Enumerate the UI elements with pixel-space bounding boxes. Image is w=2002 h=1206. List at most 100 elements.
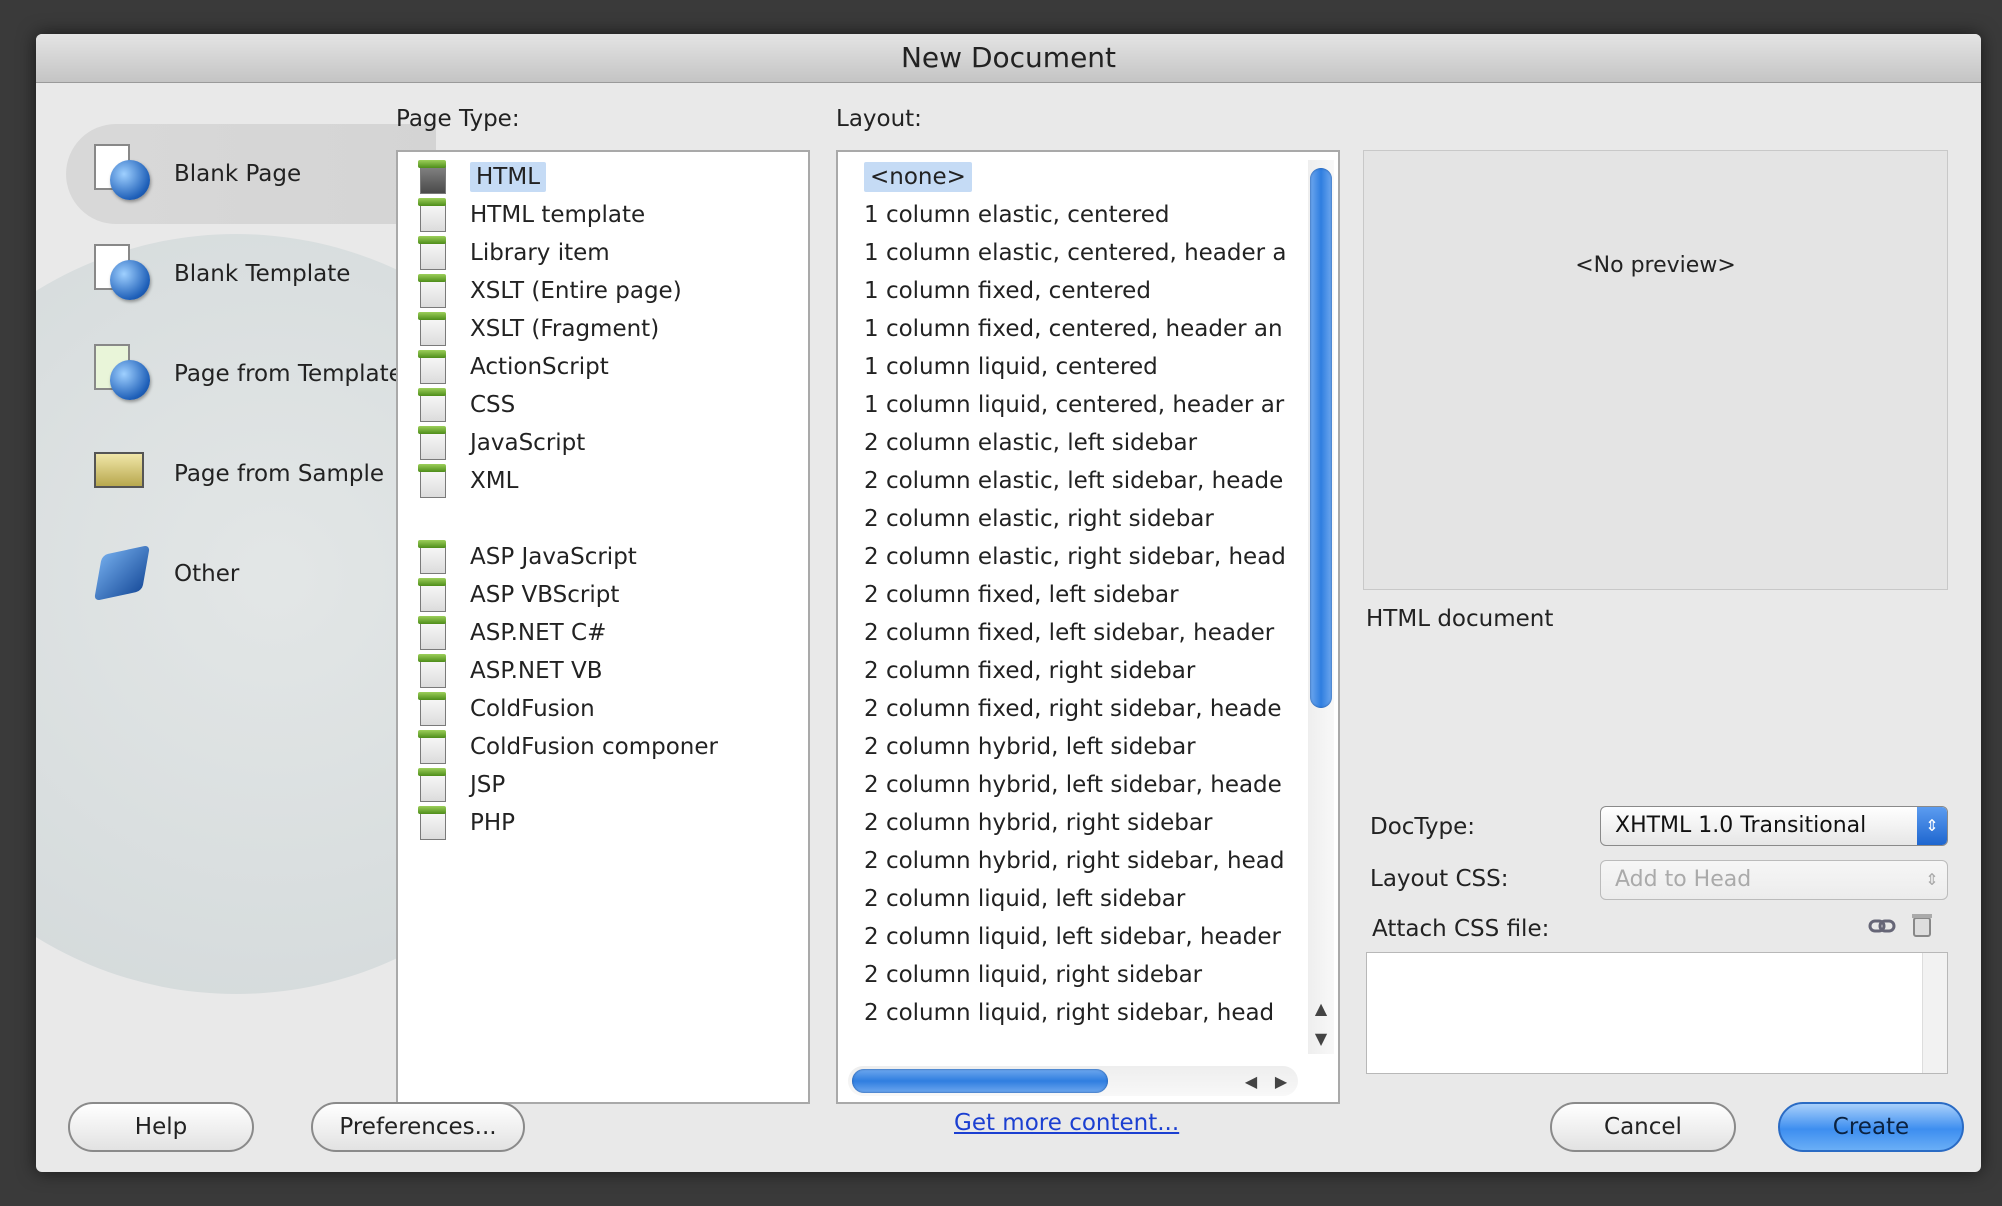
page-type-item[interactable]: ColdFusion xyxy=(418,690,595,728)
category-blank-page[interactable]: Blank Page xyxy=(66,124,436,224)
category-label: Blank Page xyxy=(174,161,302,187)
file-icon xyxy=(418,198,448,232)
file-icon xyxy=(418,312,448,346)
layout-item[interactable]: 2 column elastic, left sidebar xyxy=(864,424,1197,462)
layout-item[interactable]: 2 column liquid, right sidebar, head xyxy=(864,994,1274,1032)
trash-icon[interactable] xyxy=(1910,912,1938,937)
page-type-list[interactable]: HTML HTML template Library item XSLT (En… xyxy=(396,150,810,1104)
category-page-from-sample[interactable]: Page from Sample xyxy=(66,424,436,524)
file-icon xyxy=(418,654,448,688)
page-type-item[interactable]: ASP JavaScript xyxy=(418,538,637,576)
layout-item[interactable]: 2 column fixed, right sidebar xyxy=(864,652,1195,690)
scroll-thumb[interactable] xyxy=(852,1069,1108,1093)
page-type-item[interactable]: ColdFusion componer xyxy=(418,728,718,766)
get-more-content-link[interactable]: Get more content... xyxy=(954,1110,1179,1136)
doctype-label: DocType: xyxy=(1370,814,1476,840)
page-type-item[interactable]: XSLT (Fragment) xyxy=(418,310,659,348)
cancel-button[interactable]: Cancel xyxy=(1550,1102,1736,1152)
layout-item[interactable]: 2 column liquid, left sidebar, header xyxy=(864,918,1281,956)
category-label: Page from Sample xyxy=(174,461,385,487)
blank-template-icon xyxy=(90,242,154,306)
attach-css-label: Attach CSS file: xyxy=(1372,916,1550,942)
layout-item[interactable]: 2 column hybrid, left sidebar, heade xyxy=(864,766,1282,804)
page-type-item-html[interactable]: HTML xyxy=(418,158,547,196)
layout-item[interactable]: 1 column elastic, centered, header a xyxy=(864,234,1287,272)
scroll-left-arrow-icon[interactable]: ◀ xyxy=(1245,1072,1257,1091)
dialog-title: New Document xyxy=(36,34,1981,83)
layout-item[interactable]: 2 column elastic, left sidebar, heade xyxy=(864,462,1283,500)
preview-placeholder: <No preview> xyxy=(1575,252,1736,278)
html-file-icon xyxy=(418,160,448,194)
file-icon xyxy=(418,806,448,840)
page-type-item[interactable]: JavaScript xyxy=(418,424,585,462)
layout-vertical-scrollbar[interactable] xyxy=(1308,160,1334,1054)
file-icon xyxy=(418,274,448,308)
page-type-item[interactable]: ASP.NET C# xyxy=(418,614,606,652)
page-type-item[interactable]: ActionScript xyxy=(418,348,609,386)
file-icon xyxy=(418,578,448,612)
category-list: Blank Page Blank Template Page from Temp… xyxy=(66,124,436,624)
category-page-from-template[interactable]: Page from Template xyxy=(66,324,436,424)
page-type-item[interactable]: Library item xyxy=(418,234,610,272)
layout-item[interactable]: 2 column hybrid, right sidebar xyxy=(864,804,1212,842)
page-from-sample-icon xyxy=(90,442,154,506)
layout-item[interactable]: 2 column hybrid, left sidebar xyxy=(864,728,1196,766)
category-blank-template[interactable]: Blank Template xyxy=(66,224,436,324)
layout-item[interactable]: 1 column elastic, centered xyxy=(864,196,1169,234)
file-icon xyxy=(418,692,448,726)
layout-item[interactable]: 2 column fixed, left sidebar, header xyxy=(864,614,1274,652)
layout-item[interactable]: 2 column elastic, right sidebar xyxy=(864,500,1214,538)
attached-css-list[interactable] xyxy=(1366,952,1948,1074)
layout-item[interactable]: 2 column fixed, left sidebar xyxy=(864,576,1179,614)
category-other[interactable]: Other xyxy=(66,524,436,624)
preferences-button[interactable]: Preferences... xyxy=(311,1102,525,1152)
vertical-scroll-buttons: ▲ ▼ xyxy=(1308,994,1334,1054)
page-type-item[interactable]: ASP.NET VB xyxy=(418,652,603,690)
file-icon xyxy=(418,426,448,460)
document-description: HTML document xyxy=(1366,606,1554,632)
page-type-item[interactable]: XML xyxy=(418,462,518,500)
page-type-item[interactable]: CSS xyxy=(418,386,515,424)
doctype-select[interactable]: XHTML 1.0 Transitional ⇕ xyxy=(1600,806,1948,846)
category-label: Page from Template xyxy=(174,361,403,387)
layout-item[interactable]: 2 column hybrid, right sidebar, head xyxy=(864,842,1284,880)
scroll-down-arrow-icon[interactable]: ▼ xyxy=(1308,1024,1334,1054)
layout-item[interactable]: 2 column liquid, left sidebar xyxy=(864,880,1185,918)
file-icon xyxy=(418,768,448,802)
page-type-item[interactable]: XSLT (Entire page) xyxy=(418,272,682,310)
page-type-header: Page Type: xyxy=(396,106,520,132)
file-icon xyxy=(418,236,448,270)
blank-page-icon xyxy=(90,142,154,206)
scroll-thumb[interactable] xyxy=(1310,168,1332,708)
select-arrows-icon: ⇕ xyxy=(1925,870,1939,889)
scroll-right-arrow-icon[interactable]: ▶ xyxy=(1275,1072,1287,1091)
layout-item[interactable]: 1 column fixed, centered xyxy=(864,272,1151,310)
layout-horizontal-scrollbar[interactable] xyxy=(848,1066,1298,1096)
page-type-item[interactable]: ASP VBScript xyxy=(418,576,619,614)
file-icon xyxy=(418,388,448,422)
layout-item[interactable]: 2 column fixed, right sidebar, heade xyxy=(864,690,1282,728)
layout-css-label: Layout CSS: xyxy=(1370,866,1509,892)
help-button[interactable]: Help xyxy=(68,1102,254,1152)
preview-area: <No preview> xyxy=(1363,150,1948,590)
create-button[interactable]: Create xyxy=(1778,1102,1964,1152)
page-type-item[interactable]: HTML template xyxy=(418,196,645,234)
select-arrows-icon: ⇕ xyxy=(1917,807,1947,845)
layout-item[interactable]: 1 column fixed, centered, header an xyxy=(864,310,1283,348)
css-list-scrollbar[interactable] xyxy=(1922,953,1947,1073)
layout-css-select[interactable]: Add to Head ⇕ xyxy=(1600,860,1948,900)
page-type-item[interactable]: PHP xyxy=(418,804,515,842)
page-type-item[interactable]: JSP xyxy=(418,766,505,804)
layout-item-none[interactable]: <none> xyxy=(864,158,972,196)
page-from-template-icon xyxy=(90,342,154,406)
layout-css-value: Add to Head xyxy=(1615,867,1752,892)
layout-item[interactable]: 1 column liquid, centered, header ar xyxy=(864,386,1284,424)
scroll-up-arrow-icon[interactable]: ▲ xyxy=(1308,994,1334,1024)
layout-item[interactable]: 2 column liquid, right sidebar xyxy=(864,956,1202,994)
file-icon xyxy=(418,464,448,498)
link-chain-icon[interactable] xyxy=(1868,914,1896,938)
category-label: Blank Template xyxy=(174,261,351,287)
layout-item[interactable]: 2 column elastic, right sidebar, head xyxy=(864,538,1286,576)
layout-item[interactable]: 1 column liquid, centered xyxy=(864,348,1158,386)
layout-list[interactable]: <none> 1 column elastic, centered 1 colu… xyxy=(836,150,1340,1104)
